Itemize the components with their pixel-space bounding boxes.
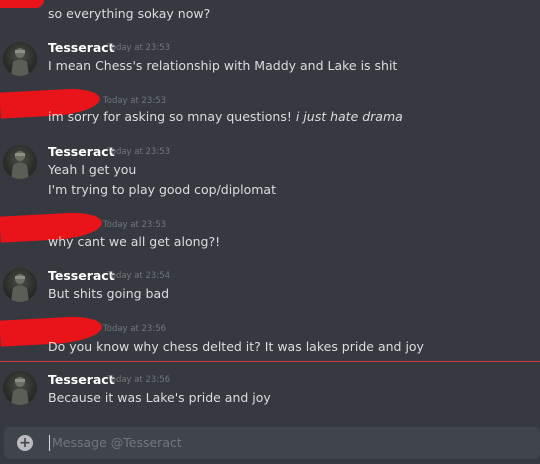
- avatar[interactable]: [3, 145, 37, 179]
- timestamp: Today at 23:53: [107, 147, 171, 157]
- message-text: I'm trying to play good cop/diplomat: [48, 182, 276, 197]
- message-input[interactable]: Message @Tesseract: [52, 435, 182, 450]
- timestamp: Today at 23:53: [103, 220, 167, 230]
- avatar[interactable]: [3, 371, 37, 405]
- timestamp: Today at 23:53: [107, 43, 171, 53]
- message-text: so everything sokay now?: [48, 6, 211, 21]
- message-text: Because it was Lake's pride and joy: [48, 390, 271, 405]
- message-composer[interactable]: + Message @Tesseract: [4, 427, 540, 459]
- text-caret: [49, 435, 50, 451]
- timestamp: Today at 23:56: [103, 324, 167, 334]
- author-name[interactable]: Tesseract: [48, 144, 115, 159]
- message-list[interactable]: so everything sokay now? Tesseract Today…: [0, 0, 540, 410]
- avatar[interactable]: [3, 42, 37, 76]
- message-text: But shits going bad: [48, 286, 170, 301]
- message-text: im sorry for asking so mnay questions! i…: [48, 109, 403, 124]
- author-name[interactable]: Tesseract: [48, 268, 115, 283]
- timestamp: Today at 23:56: [107, 375, 171, 385]
- message-text: Yeah I get you: [48, 162, 137, 177]
- message-text: Do you know why chess delted it? It was …: [48, 339, 424, 354]
- redaction-mark: [0, 0, 44, 8]
- avatar[interactable]: [3, 268, 37, 302]
- message-text: why cant we all get along?!: [48, 234, 221, 249]
- author-name[interactable]: Tesseract: [48, 40, 115, 55]
- timestamp: Today at 23:54: [107, 271, 171, 281]
- timestamp: Today at 23:53: [103, 96, 167, 106]
- plus-circle-icon[interactable]: +: [17, 435, 33, 451]
- new-messages-divider: [0, 361, 540, 362]
- message-text: I mean Chess's relationship with Maddy a…: [48, 58, 398, 73]
- author-name[interactable]: Tesseract: [48, 372, 115, 387]
